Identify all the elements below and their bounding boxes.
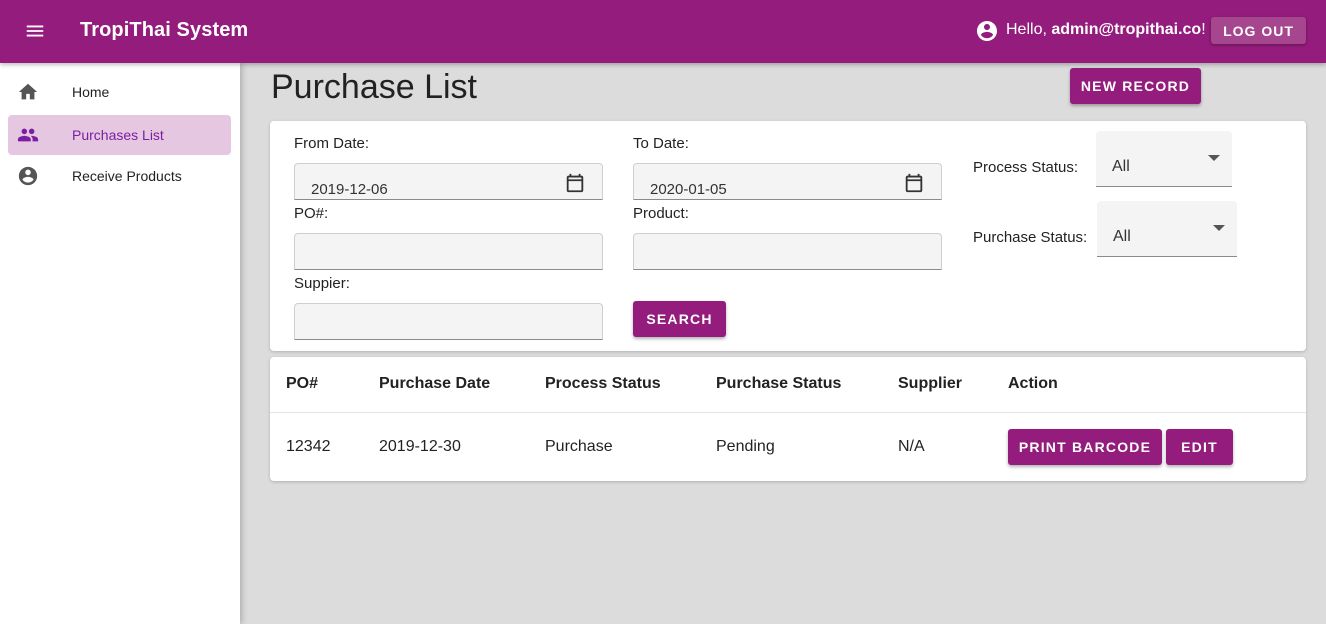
column-header-purchase-date: Purchase Date: [379, 375, 491, 392]
supplier-label: Suppier:: [294, 275, 350, 292]
po-input[interactable]: [294, 233, 603, 270]
logout-button[interactable]: LOG OUT: [1211, 17, 1306, 44]
sidebar-item-label: Home: [72, 84, 110, 100]
purchase-status-select[interactable]: All: [1097, 201, 1237, 257]
calendar-icon[interactable]: [564, 172, 586, 194]
cell-supplier: N/A: [898, 438, 925, 455]
app-bar: TropiThai System Hello, admin@tropithai.…: [0, 0, 1326, 63]
column-header-action: Action: [1008, 375, 1058, 392]
from-date-input[interactable]: [294, 163, 603, 200]
filter-panel: From Date: To Date: Process Status: All …: [270, 121, 1306, 351]
purchase-status-value: All: [1113, 228, 1131, 245]
po-label: PO#:: [294, 205, 329, 222]
account-circle-icon: [977, 21, 997, 41]
product-input[interactable]: [633, 233, 942, 270]
sidebar-item-label: Purchases List: [72, 127, 164, 143]
product-label: Product:: [633, 205, 689, 222]
chevron-down-icon: [1213, 225, 1225, 231]
cell-purchase-date: 2019-12-30: [379, 438, 461, 455]
people-icon: [17, 128, 39, 142]
search-button[interactable]: SEARCH: [633, 301, 726, 337]
sidebar: Home Purchases List Receive Products: [0, 63, 240, 624]
user-greeting: Hello, admin@tropithai.co!: [1006, 21, 1206, 39]
sidebar-item-home[interactable]: Home: [8, 72, 231, 112]
calendar-icon[interactable]: [903, 172, 925, 194]
process-status-label: Process Status:: [973, 159, 1079, 176]
account-circle-icon: [18, 166, 38, 186]
menu-icon[interactable]: [24, 20, 46, 42]
print-barcode-button[interactable]: PRINT BARCODE: [1008, 429, 1162, 465]
supplier-input[interactable]: [294, 303, 603, 340]
column-header-process-status: Process Status: [545, 375, 661, 392]
process-status-value: All: [1112, 158, 1130, 175]
greeting-suffix: !: [1201, 21, 1206, 38]
cell-process-status: Purchase: [545, 438, 613, 455]
chevron-down-icon: [1208, 155, 1220, 161]
column-header-po: PO#: [286, 375, 319, 392]
from-date-label: From Date:: [294, 135, 370, 152]
cell-po: 12342: [286, 438, 331, 455]
purchase-status-label: Purchase Status:: [973, 229, 1088, 246]
new-record-button[interactable]: NEW RECORD: [1070, 68, 1201, 104]
app-title: TropiThai System: [80, 19, 249, 41]
greeting-prefix: Hello,: [1006, 21, 1052, 38]
to-date-label: To Date:: [633, 135, 689, 152]
sidebar-item-purchases-list[interactable]: Purchases List: [8, 115, 231, 155]
sidebar-item-label: Receive Products: [72, 168, 182, 184]
page-title: Purchase List: [271, 68, 477, 106]
to-date-input[interactable]: [633, 163, 942, 200]
process-status-select[interactable]: All: [1096, 131, 1232, 187]
sidebar-item-receive-products[interactable]: Receive Products: [8, 156, 231, 196]
cell-purchase-status: Pending: [716, 438, 775, 455]
home-icon: [18, 83, 38, 100]
purchase-table: PO# Purchase Date Process Status Purchas…: [270, 357, 1306, 481]
user-email: admin@tropithai.co: [1051, 21, 1202, 38]
column-header-supplier: Supplier: [898, 375, 963, 392]
edit-button[interactable]: EDIT: [1166, 429, 1233, 465]
column-header-purchase-status: Purchase Status: [716, 375, 842, 392]
header-divider: [270, 412, 1306, 413]
